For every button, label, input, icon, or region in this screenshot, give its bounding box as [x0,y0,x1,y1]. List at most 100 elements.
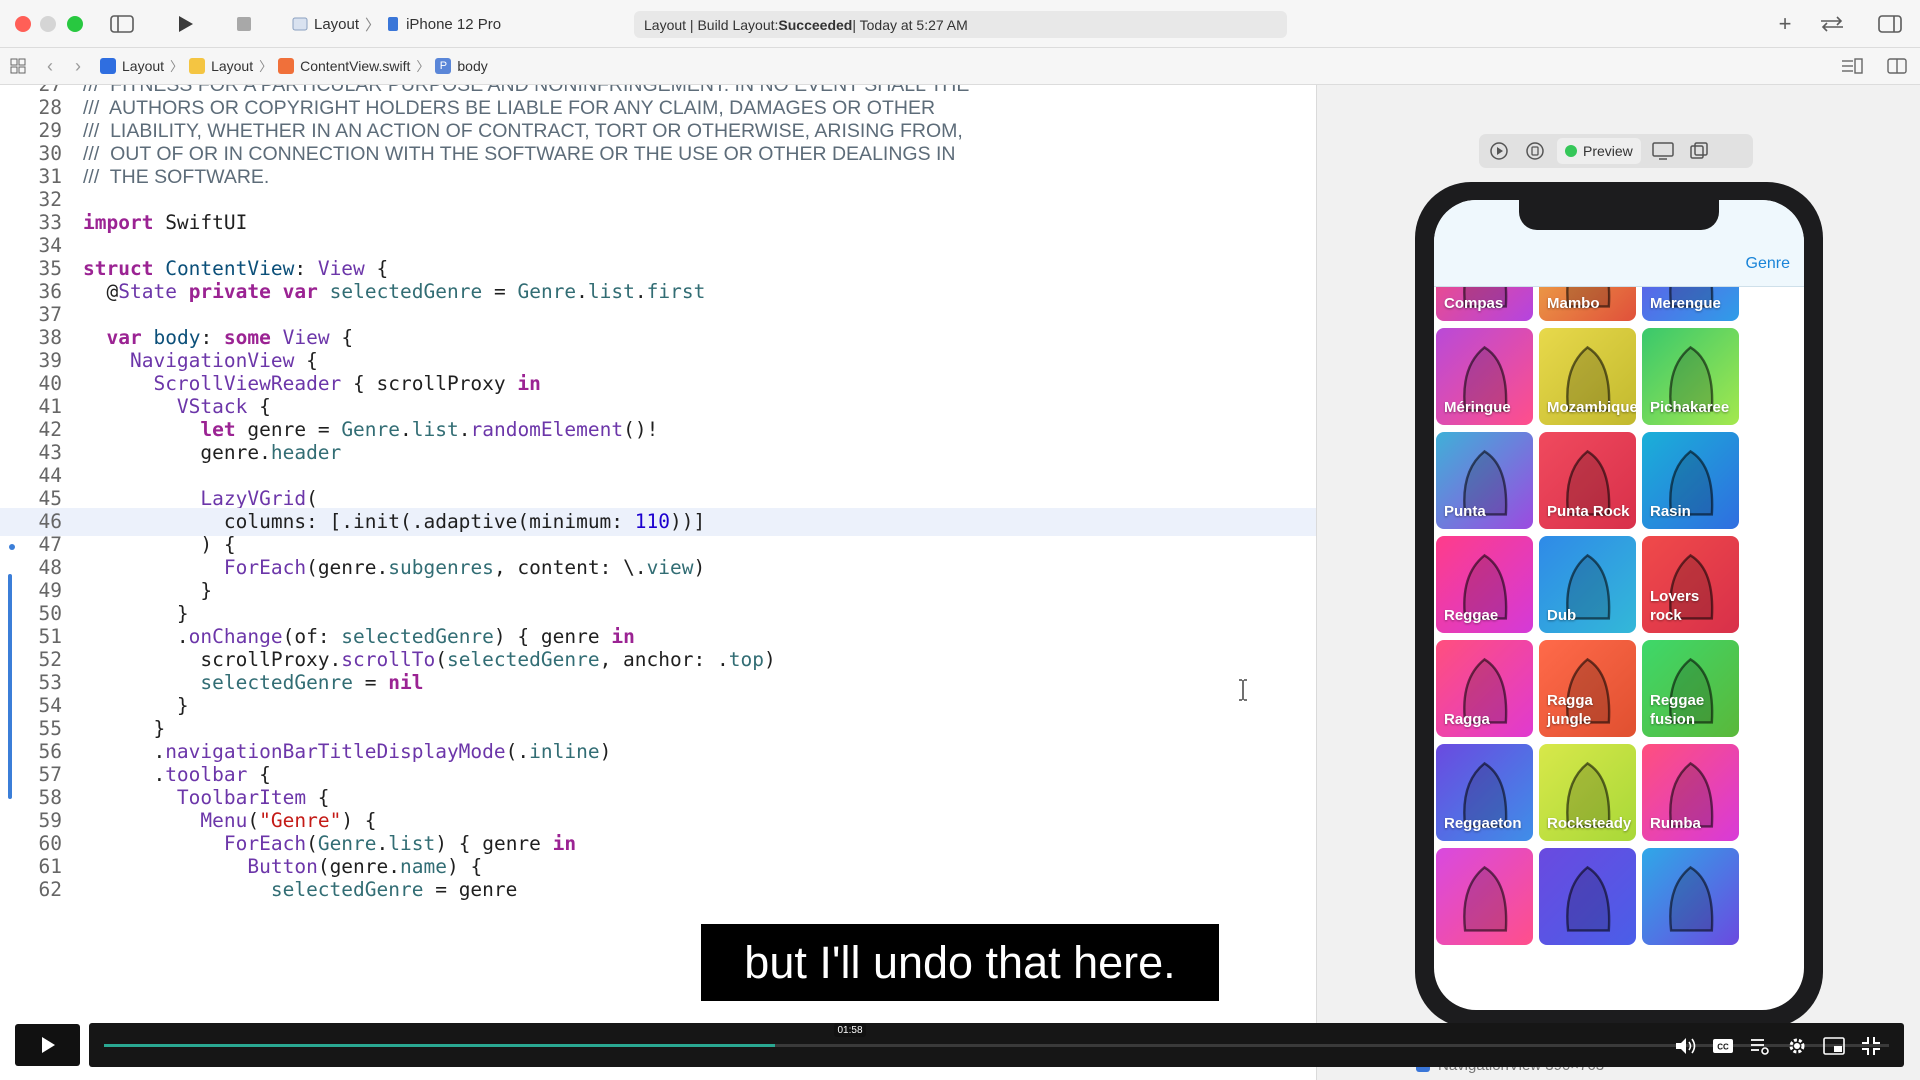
genre-tile-label: Reggae fusion [1650,692,1705,728]
genre-tile-label: Compas [1444,295,1504,312]
code-token: } [83,602,189,625]
code-token: top [728,648,764,671]
breadcrumb-item-folder[interactable]: Layout [189,57,253,74]
genre-tile[interactable]: Pichakaree [1642,328,1739,425]
code-token: { [247,763,271,786]
genre-grid[interactable]: Compas Mambo Merengue Méringue Mozambique Pic… [1434,287,1804,1010]
genre-tile-label: Lovers rock [1650,588,1700,624]
code-token: { scrollProxy [341,372,518,395]
breadcrumb-label: body [457,57,488,74]
zoom-window-button[interactable] [67,16,83,32]
breadcrumb-item-file[interactable]: ContentView.swift [278,57,410,74]
genre-tile-label: Punta [1444,503,1486,520]
genre-tile[interactable]: Ragga [1436,640,1533,737]
code-token: . [400,418,412,441]
genre-tile[interactable]: Punta [1436,432,1533,529]
code-token: selectedGenre [270,878,424,901]
volume-icon[interactable] [1673,1033,1699,1059]
genre-tile[interactable] [1539,848,1636,945]
genre-tile[interactable]: Merengue [1642,287,1739,321]
code-token: , content: \. [493,556,647,579]
live-preview-icon[interactable] [1485,139,1513,163]
code-token: body [153,326,201,349]
forward-icon[interactable]: › [70,52,86,80]
video-caption: but I'll undo that here. [701,924,1219,1001]
status-prefix: Layout | Build Layout: [644,16,779,33]
duplicate-preview-icon[interactable] [1685,139,1713,163]
selectable-mode-icon[interactable] [1521,139,1549,163]
exit-fullscreen-icon[interactable] [1858,1033,1884,1059]
picture-in-picture-icon[interactable] [1821,1033,1847,1059]
genre-tile[interactable]: Rumba [1642,744,1739,841]
genre-tile[interactable]: Reggaeton [1436,744,1533,841]
video-scrubber[interactable]: 01:58 CC [89,1023,1904,1067]
genre-tile-label: Reggae [1444,607,1499,624]
run-icon[interactable] [175,10,197,38]
genre-tile[interactable]: Compas [1436,287,1533,321]
genre-tile[interactable]: Ragga jungle [1539,640,1636,737]
breadcrumb-item-symbol[interactable]: P body [435,57,488,74]
code-line[interactable]: 62 selectedGenre = genre [0,876,1316,904]
code-token: in [552,832,577,855]
iphone-frame: Compas Mambo Merengue Méringue Mozambique Pic… [1415,182,1823,1028]
code-token: View [282,326,330,349]
genre-tile-label: Ragga jungle [1547,692,1593,728]
code-token: . [83,740,166,763]
add-library-icon[interactable]: + [1774,10,1796,38]
genre-tile[interactable]: Rasin [1642,432,1739,529]
code-review-icon[interactable] [1818,10,1846,38]
minimize-window-button[interactable] [40,16,56,32]
genre-tile[interactable]: Reggae [1436,536,1533,633]
closed-captions-icon[interactable]: CC [1710,1033,1736,1059]
genre-tile-label: Rasin [1650,503,1691,520]
code-token: ( [306,487,318,510]
genre-tile[interactable] [1436,848,1533,945]
preview-status[interactable]: Preview [1557,138,1641,164]
code-token: ForEach [223,556,307,579]
settings-gear-icon[interactable] [1784,1033,1810,1059]
add-editor-icon[interactable] [1885,52,1909,80]
genre-tile-label: Rumba [1650,815,1701,832]
status-suffix: | Today at 5:27 AM [852,16,968,33]
code-token: @ [83,280,119,303]
related-items-icon[interactable] [8,52,28,80]
video-player-controls: 01:58 CC [0,1016,1920,1080]
genre-tile[interactable]: Mozambique [1539,328,1636,425]
navigator-toggle-icon[interactable] [108,10,136,38]
code-token: in [517,372,541,395]
genre-tile[interactable]: Rocksteady [1539,744,1636,841]
code-token: first [646,280,706,303]
genre-tile[interactable]: Méringue [1436,328,1533,425]
genre-tile[interactable]: Mambo [1539,287,1636,321]
transcript-icon[interactable] [1747,1033,1773,1059]
genre-tile[interactable]: Dub [1539,536,1636,633]
play-button[interactable] [15,1024,80,1066]
breadcrumb-item-project[interactable]: Layout [100,57,164,74]
code-token: = genre [423,878,518,901]
code-token: ForEach [223,832,307,855]
code-token: : [200,326,224,349]
code-token: . [634,280,647,303]
device-settings-icon[interactable] [1649,139,1677,163]
code-token: struct [83,257,154,280]
genre-tile[interactable] [1642,848,1739,945]
code-token: inline [529,740,600,763]
genre-tile[interactable]: Punta Rock [1539,432,1636,529]
genre-tile[interactable]: Lovers rock [1642,536,1739,633]
code-token: nil [388,671,424,694]
back-icon[interactable]: ‹ [42,52,58,80]
genre-tile[interactable]: Reggae fusion [1642,640,1739,737]
genre-menu-button[interactable]: Genre [1746,255,1790,273]
scheme-selector[interactable]: Layout 〉 iPhone 12 Pro [292,12,501,36]
code-token: "Genre" [259,809,342,832]
close-window-button[interactable] [15,16,31,32]
stop-icon[interactable] [234,10,254,38]
inspector-toggle-icon[interactable] [1877,10,1903,38]
breadcrumb: Layout 〉 Layout 〉 ContentView.swift 〉 P … [100,56,488,75]
genre-tile-label: Rocksteady [1547,815,1632,832]
adjust-editor-options-icon[interactable] [1840,52,1864,80]
